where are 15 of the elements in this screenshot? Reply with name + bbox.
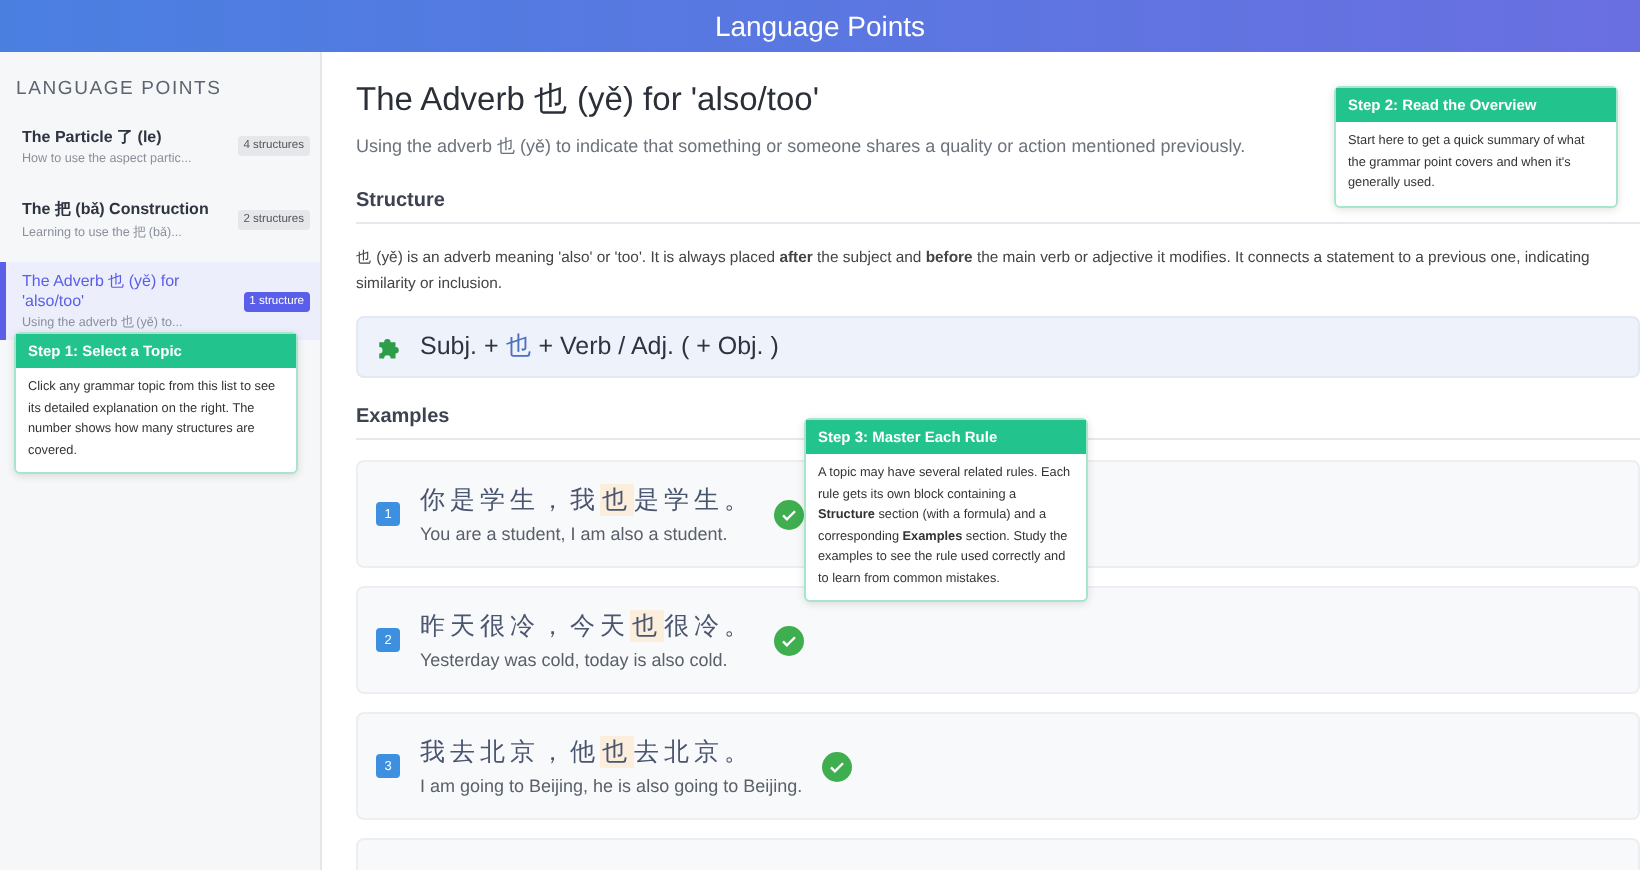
topic-title: The Adverb 也 (yě) for 'also/too' — [22, 270, 182, 310]
sidebar-heading: LANGUAGE POINTS — [14, 76, 224, 104]
english-translation: You are a student, I am also a student. — [420, 524, 730, 544]
chinese-sentence: 你是学生，我 也 是学生。 — [420, 484, 754, 518]
english-translation: I am going to Beijing, he is also going to Beijing. — [420, 776, 803, 796]
app-title: Language Points — [714, 10, 926, 42]
chinese-sentence: 昨天很冷，今天 也 很冷。 — [420, 610, 754, 644]
page-subtitle: Using the adverb 也 (yě) to indicate that something or someone shares a quality or action mentioned previously. — [356, 134, 1246, 160]
chinese-sentence: 我去北京，他 也 去北京。 — [420, 736, 756, 770]
formula-text: Subj. + 也 + Verb / Adj. ( + Obj. ) — [420, 330, 779, 364]
puzzle-icon — [376, 334, 402, 360]
topic-title: The 把 (bǎ) Construction — [22, 198, 211, 220]
page-title: The Adverb 也 (yě) for 'also/too' — [356, 80, 819, 122]
english-translation: Yesterday was cold, today is also cold. — [420, 650, 730, 670]
topic-title: The Particle 了 (le) — [22, 126, 164, 148]
